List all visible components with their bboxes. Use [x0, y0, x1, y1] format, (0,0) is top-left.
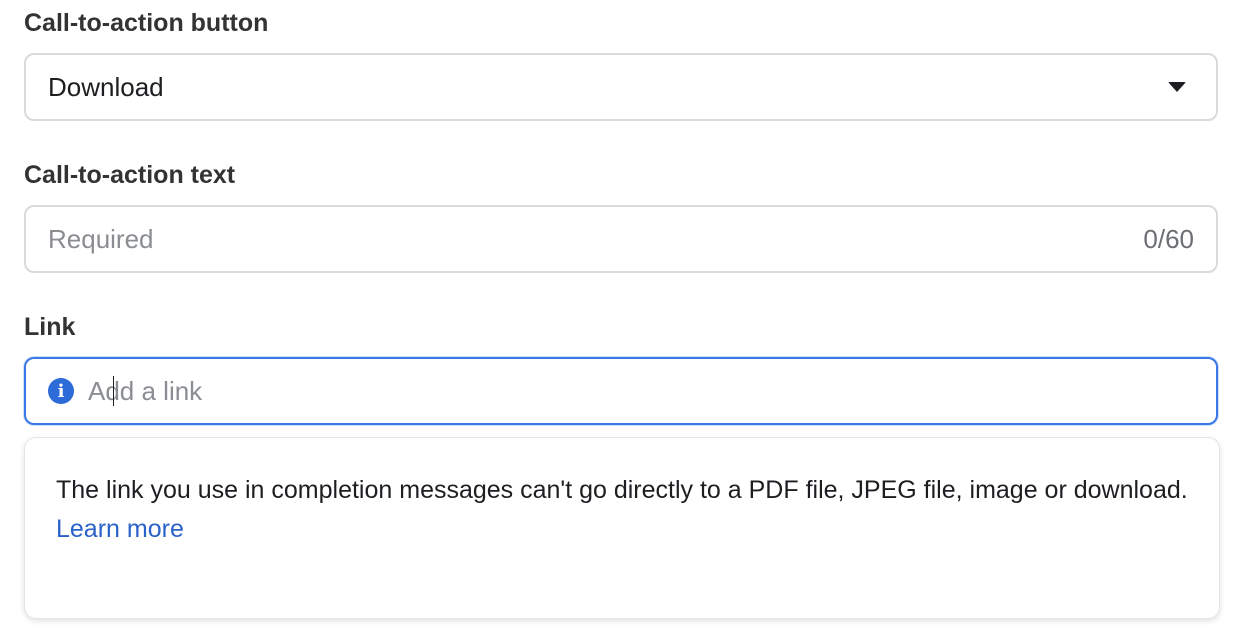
character-counter: 0/60: [1143, 223, 1194, 254]
link-info-tooltip: The link you use in completion messages …: [24, 437, 1220, 619]
cta-text-field[interactable]: 0/60: [24, 205, 1218, 273]
link-label: Link: [24, 313, 76, 341]
link-input[interactable]: [88, 375, 1216, 407]
tooltip-message: The link you use in completion messages …: [56, 476, 1188, 504]
cta-form: Call-to-action button Download Call-to-a…: [0, 0, 1244, 636]
text-cursor: [113, 376, 114, 406]
link-field[interactable]: i: [24, 357, 1218, 425]
cta-text-label: Call-to-action text: [24, 161, 236, 189]
cta-text-input[interactable]: [48, 223, 1144, 255]
cta-button-selected-value: Download: [48, 71, 164, 102]
info-icon[interactable]: i: [48, 378, 74, 404]
chevron-down-icon: [1168, 82, 1186, 92]
learn-more-link[interactable]: Learn more: [56, 510, 184, 549]
cta-button-label: Call-to-action button: [24, 9, 269, 37]
cta-button-select[interactable]: Download: [24, 53, 1218, 121]
